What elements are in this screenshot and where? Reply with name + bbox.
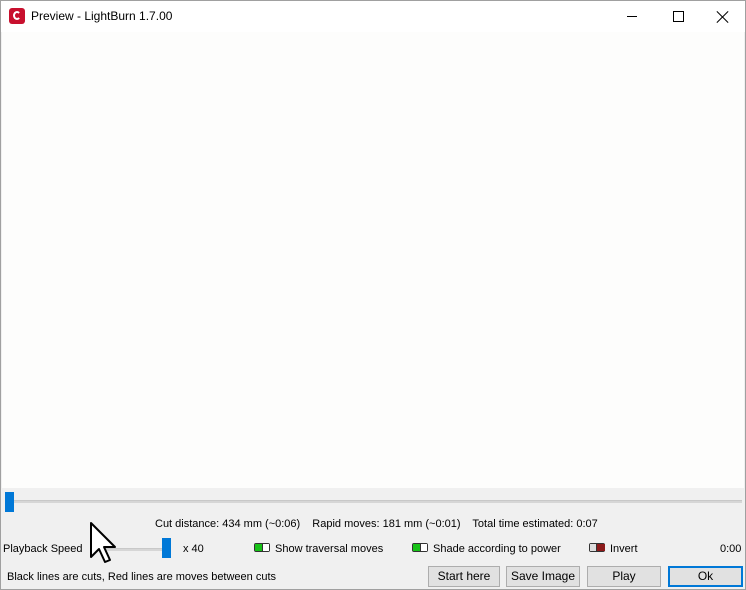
ok-button[interactable]: Ok bbox=[668, 566, 743, 587]
status-hint: Black lines are cuts, Red lines are move… bbox=[7, 571, 277, 583]
preview-window: Preview - LightBurn 1.7.00 Cut distance:… bbox=[0, 0, 746, 590]
job-stats: Cut distance: 434 mm (~0:06) Rapid moves… bbox=[155, 518, 607, 530]
maximize-icon bbox=[672, 11, 684, 22]
maximize-button[interactable] bbox=[655, 1, 701, 32]
invert-label[interactable]: Invert bbox=[610, 543, 638, 555]
minimize-icon bbox=[627, 16, 637, 17]
window-title: Preview - LightBurn 1.7.00 bbox=[31, 9, 173, 23]
show-traversal-moves-toggle[interactable] bbox=[254, 543, 270, 552]
shade-according-to-power-toggle[interactable] bbox=[412, 543, 428, 552]
lightburn-logo-icon bbox=[9, 8, 25, 24]
rapid-moves-text: Rapid moves: 181 mm (~0:01) bbox=[312, 518, 461, 530]
close-button[interactable] bbox=[700, 1, 745, 32]
show-traversal-moves-label[interactable]: Show traversal moves bbox=[275, 543, 383, 555]
playback-speed-label: Playback Speed bbox=[3, 543, 83, 555]
timeline-slider[interactable] bbox=[2, 490, 744, 514]
title-bar[interactable]: Preview - LightBurn 1.7.00 bbox=[1, 1, 745, 32]
shade-according-to-power-label[interactable]: Shade according to power bbox=[433, 543, 561, 555]
playback-speed-value: x 40 bbox=[183, 543, 204, 555]
save-image-button[interactable]: Save Image bbox=[506, 566, 580, 587]
total-time-text: Total time estimated: 0:07 bbox=[472, 518, 598, 530]
invert-toggle[interactable] bbox=[589, 543, 605, 552]
cut-distance-text: Cut distance: 434 mm (~0:06) bbox=[155, 518, 301, 530]
preview-canvas[interactable] bbox=[2, 32, 744, 488]
elapsed-time: 0:00 bbox=[720, 543, 742, 555]
start-here-button[interactable]: Start here bbox=[428, 566, 500, 587]
close-icon bbox=[717, 11, 729, 23]
timeline-track[interactable] bbox=[6, 500, 742, 503]
minimize-button[interactable] bbox=[609, 1, 655, 32]
playback-speed-handle[interactable] bbox=[162, 538, 171, 558]
mouse-pointer-icon bbox=[90, 522, 116, 563]
timeline-handle[interactable] bbox=[5, 492, 14, 512]
play-button[interactable]: Play bbox=[587, 566, 661, 587]
